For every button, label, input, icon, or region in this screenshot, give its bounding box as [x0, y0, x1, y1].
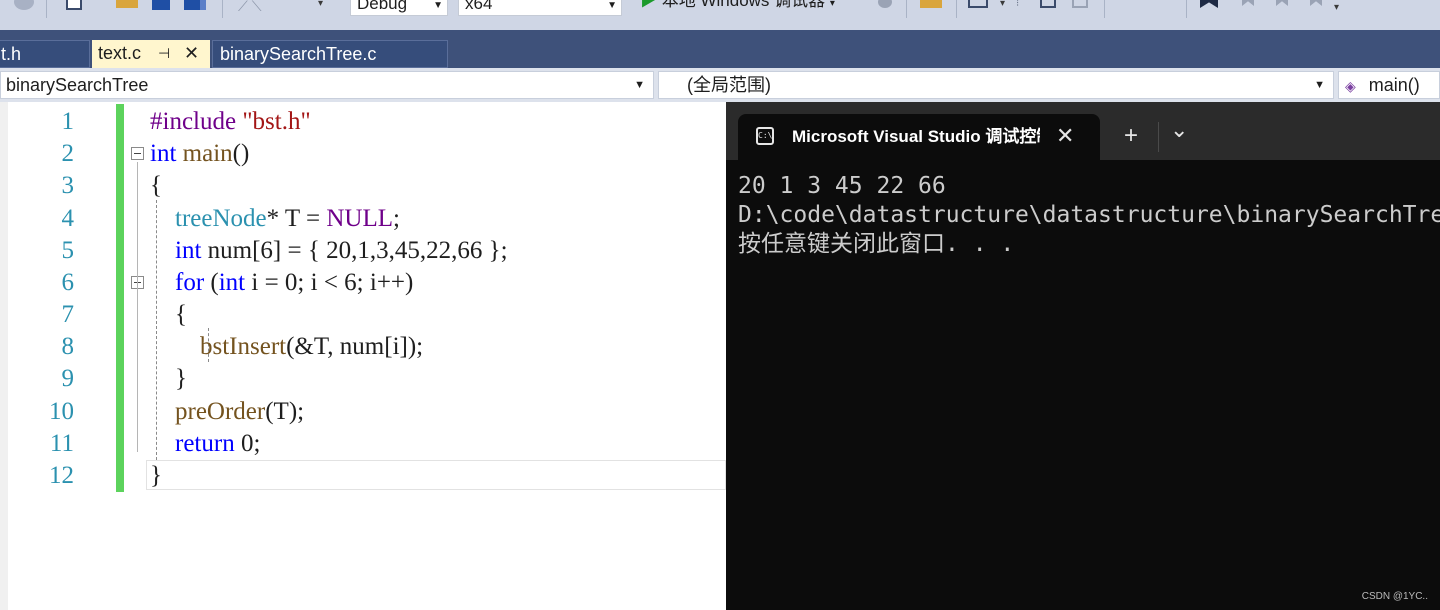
- code-editor[interactable]: 1 2 3 4 5 6 7 8 9 10 11 12 #include "bst…: [0, 102, 726, 610]
- code-line: {: [150, 301, 187, 328]
- code-line: treeNode* T = NULL;: [175, 205, 400, 232]
- save-all-icon[interactable]: [184, 0, 206, 10]
- code-line: #include "bst.h": [150, 108, 311, 135]
- line-number: 7: [61, 301, 75, 328]
- platform-dropdown[interactable]: x64 ▼: [458, 0, 622, 16]
- prev-bookmark-icon[interactable]: [1242, 0, 1254, 6]
- pin-icon[interactable]: ⊣: [158, 40, 170, 67]
- configuration-dropdown[interactable]: Debug ▼: [350, 0, 448, 16]
- output-line: D:\code\datastructure\datastructure\bina…: [738, 202, 1440, 228]
- selection-margin: [0, 102, 8, 610]
- line-number: 3: [61, 172, 75, 199]
- chevron-down-icon: ▾: [829, 0, 835, 9]
- close-icon[interactable]: ✕: [184, 40, 199, 67]
- bookmark-icon[interactable]: [1200, 0, 1218, 8]
- tab-binarysearchtree-c[interactable]: binarySearchTree.c: [212, 40, 448, 68]
- code-line: int main(): [150, 140, 250, 167]
- find-icon[interactable]: [920, 0, 942, 8]
- line-number: 1: [61, 108, 75, 135]
- new-file-icon[interactable]: [66, 0, 82, 10]
- start-debugging-button[interactable]: ▶ 本地 Windows 调试器 ▾: [640, 0, 835, 12]
- chevron-down-icon: ▼: [634, 79, 645, 91]
- line-number: 11: [49, 430, 74, 457]
- browser-icon[interactable]: [968, 0, 988, 8]
- chevron-down-icon: ▼: [1314, 79, 1325, 91]
- terminal-tab[interactable]: C:\ Microsoft Visual Studio 调试控制台 ✕: [738, 114, 1100, 160]
- new-tab-button[interactable]: +: [1124, 114, 1138, 160]
- current-line-highlight: [146, 460, 726, 490]
- comment-icon[interactable]: [1040, 0, 1056, 8]
- tab-t-h[interactable]: t.h: [0, 40, 90, 68]
- collapse-main-icon[interactable]: [131, 147, 144, 160]
- line-number: 8: [61, 333, 75, 360]
- dots-icon: ⁝: [1016, 0, 1020, 9]
- project-dropdown[interactable]: binarySearchTree ▼: [0, 71, 654, 99]
- line-number: 4: [61, 205, 75, 232]
- uncomment-icon[interactable]: [1072, 0, 1088, 8]
- member-dropdown[interactable]: ◈ main(): [1338, 71, 1440, 99]
- code-line: preOrder(T);: [175, 398, 305, 425]
- terminal-tab-title: Microsoft Visual Studio 调试控制台: [792, 127, 1040, 146]
- close-icon[interactable]: ✕: [1056, 114, 1074, 160]
- navigation-bar: binarySearchTree ▼ (全局范围) ▼ ◈ main(): [0, 68, 1440, 102]
- toolbar-overflow-icon[interactable]: ▾: [1334, 2, 1339, 13]
- undo-dropdown-icon[interactable]: ▾: [318, 0, 323, 9]
- code-line: {: [150, 172, 162, 199]
- document-tab-bar: t.h text.c ⊣ ✕ binarySearchTree.c: [0, 30, 1440, 68]
- scope-dropdown[interactable]: (全局范围) ▼: [658, 71, 1334, 99]
- play-icon: ▶: [640, 0, 657, 10]
- redo-icon[interactable]: [14, 0, 34, 10]
- line-number: 5: [61, 237, 75, 264]
- console-icon: C:\: [756, 127, 774, 145]
- attach-icon[interactable]: [878, 0, 892, 8]
- divider: [1158, 122, 1159, 152]
- line-number: 10: [49, 398, 74, 425]
- terminal-title-bar: C:\ Microsoft Visual Studio 调试控制台 ✕ + ⌄: [726, 102, 1440, 160]
- undo-icon[interactable]: ⟋ ⟍: [238, 0, 262, 15]
- line-number: 9: [61, 365, 75, 392]
- change-indicator-bar: [116, 104, 124, 492]
- folder-bookmark-icon[interactable]: [1310, 0, 1322, 6]
- code-line: int num[6] = { 20,1,3,45,22,66 };: [175, 237, 508, 264]
- next-bookmark-icon[interactable]: [1276, 0, 1288, 6]
- tab-text-c[interactable]: text.c ⊣ ✕: [92, 40, 210, 68]
- chevron-down-icon: ▼: [433, 0, 443, 11]
- save-icon[interactable]: [152, 0, 170, 10]
- code-line: return 0;: [175, 430, 261, 457]
- line-number: 12: [49, 462, 74, 489]
- method-icon: ◈: [1345, 78, 1356, 94]
- dropdown-arrow-icon[interactable]: ▾: [1000, 0, 1005, 9]
- code-line: for (int i = 0; i < 6; i++): [175, 269, 414, 296]
- toolbar: ⟋ ⟍ ▾ Debug ▼ x64 ▼ ▶ 本地 Windows 调试器 ▾ ▾ ⁝…: [0, 0, 1440, 30]
- debug-console-window[interactable]: C:\ Microsoft Visual Studio 调试控制台 ✕ + ⌄ …: [726, 102, 1440, 610]
- terminal-output[interactable]: 20 1 3 45 22 66 D:\code\datastructure\dat…: [738, 172, 1440, 259]
- code-line: }: [150, 462, 162, 489]
- code-line: }: [150, 365, 187, 392]
- output-line: 按任意键关闭此窗口. . .: [738, 231, 1015, 257]
- outline-guide: [137, 290, 138, 380]
- code-line: bstInsert(&T, num[i]);: [200, 333, 424, 360]
- chevron-down-icon[interactable]: ⌄: [1170, 108, 1188, 154]
- open-folder-icon[interactable]: [116, 0, 138, 8]
- line-number: 2: [61, 140, 75, 167]
- chevron-down-icon: ▼: [607, 0, 617, 11]
- watermark: CSDN @1YC..: [1361, 591, 1428, 602]
- line-number: 6: [61, 269, 75, 296]
- output-line: 20 1 3 45 22 66: [738, 173, 946, 199]
